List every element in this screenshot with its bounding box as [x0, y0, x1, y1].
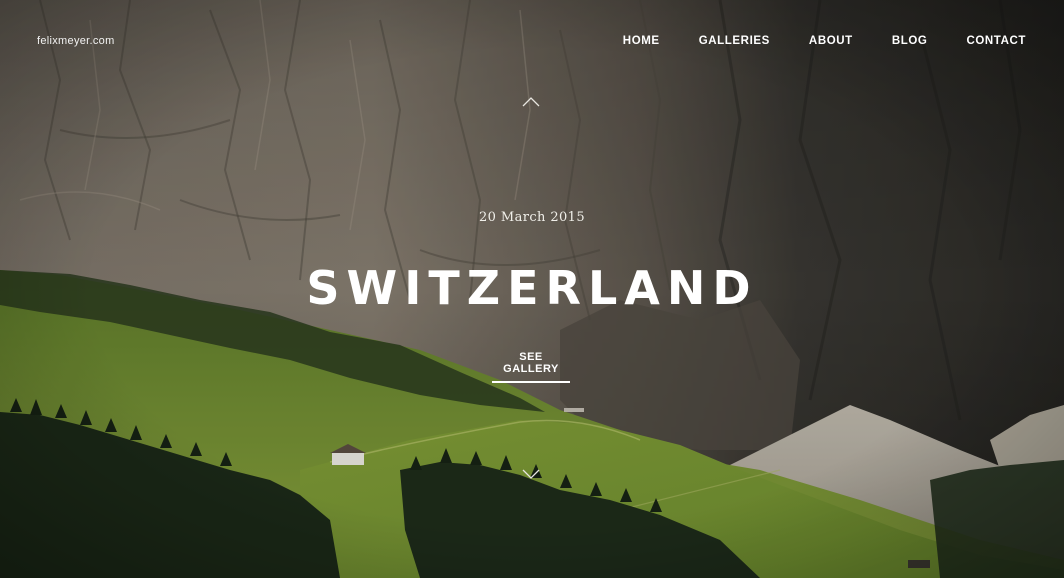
post-date: 20 March 2015 [478, 210, 586, 225]
chevron-up-icon[interactable] [522, 97, 540, 107]
nav-contact[interactable]: CONTACT [966, 35, 1026, 47]
nav-blog[interactable]: BLOG [892, 35, 928, 47]
chevron-down-icon[interactable] [522, 469, 540, 479]
see-gallery-button[interactable]: SEE GALLERY [492, 351, 570, 383]
main-navigation: HOME GALLERIES ABOUT BLOG CONTACT [623, 35, 1026, 47]
nav-about[interactable]: ABOUT [809, 35, 853, 47]
nav-home[interactable]: HOME [623, 35, 660, 47]
site-logo[interactable]: felixmeyer.com [37, 35, 115, 47]
hero-title: SWITZERLAND [306, 261, 758, 315]
nav-galleries[interactable]: GALLERIES [699, 35, 770, 47]
hero-section: felixmeyer.com HOME GALLERIES ABOUT BLOG… [0, 0, 1064, 578]
